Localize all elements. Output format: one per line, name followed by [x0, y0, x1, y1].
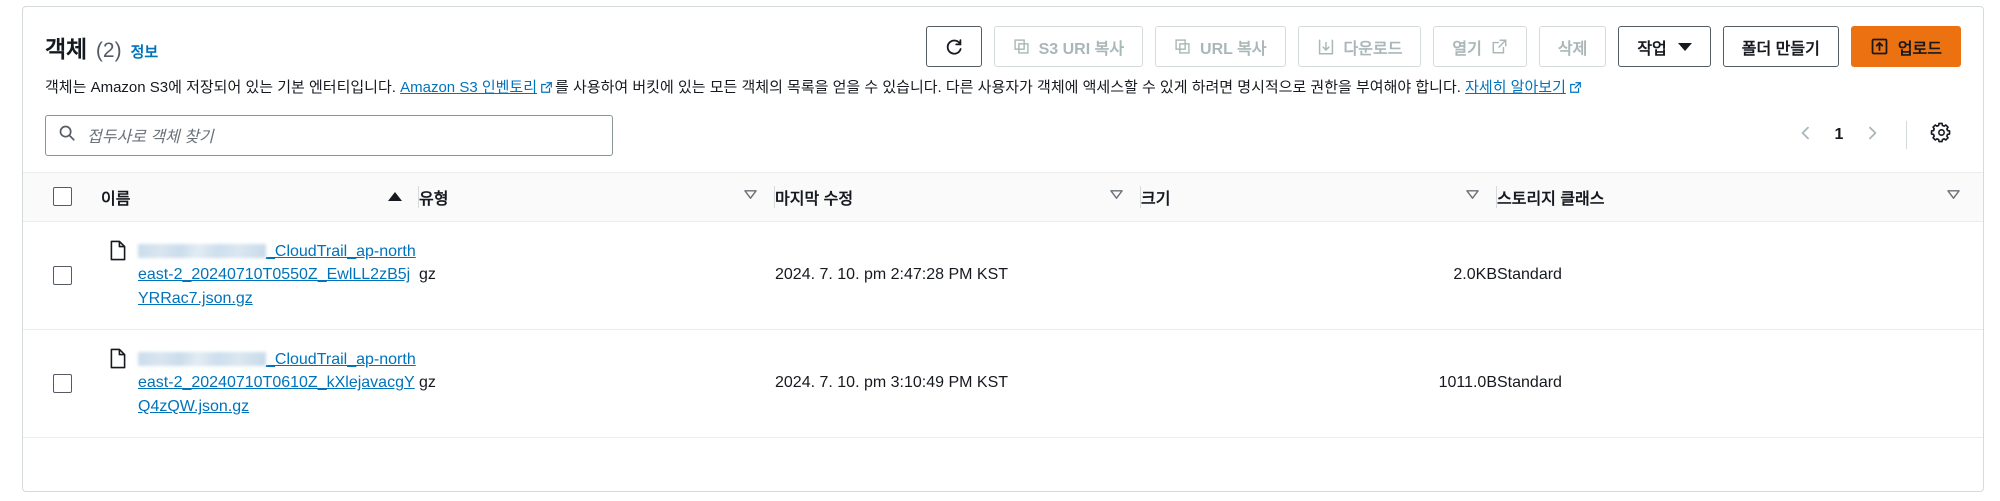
s3-inventory-link[interactable]: Amazon S3 인벤토리	[400, 79, 537, 96]
external-link-icon	[540, 79, 553, 101]
table-row: _CloudTrail_ap-northeast-2_20240710T0610…	[23, 329, 1983, 438]
table-header-row: 이름 유형 마지막 수정 크기 스토리지 클래스	[23, 171, 1983, 222]
chevron-left-icon	[1798, 125, 1814, 146]
row-checkbox[interactable]	[52, 265, 72, 285]
objects-table: 이름 유형 마지막 수정 크기 스토리지 클래스 _CloudTrail_ap-…	[23, 171, 1983, 438]
toolbar: S3 URI 복사 URL 복사 다운로드 열기 삭제 작업 폴더 만들기 업로…	[925, 26, 1961, 67]
column-header-last-modified[interactable]: 마지막 수정	[775, 171, 1141, 222]
column-header-size[interactable]: 크기	[1141, 171, 1497, 222]
copy-icon	[1174, 38, 1191, 55]
row-size-cell: 1011.0B	[1141, 329, 1497, 438]
create-folder-button[interactable]: 폴더 만들기	[1722, 26, 1839, 67]
file-icon	[109, 240, 127, 266]
sort-ascending-icon	[388, 192, 402, 202]
column-label-size: 크기	[1141, 190, 1171, 208]
panel-header: 객체 (2) 정보 S3 URI 복사 URL 복사 다운로드 열기 삭제 작업…	[23, 7, 1983, 67]
page-title: 객체	[45, 36, 87, 62]
open-button[interactable]: 열기	[1433, 26, 1527, 67]
external-link-icon	[1491, 38, 1508, 55]
row-storage-class-cell: Standard	[1497, 329, 1983, 438]
object-name-link[interactable]: _CloudTrail_ap-northeast-2_20240710T0610…	[138, 348, 419, 419]
chevron-down-icon	[1677, 42, 1692, 51]
download-button[interactable]: 다운로드	[1297, 26, 1422, 67]
title-block: 객체 (2) 정보	[45, 26, 158, 64]
download-icon	[1317, 38, 1335, 56]
upload-button[interactable]: 업로드	[1850, 26, 1961, 67]
row-storage-class-cell: Standard	[1497, 221, 1983, 330]
prev-page-button[interactable]	[1786, 115, 1826, 155]
table-head: 이름 유형 마지막 수정 크기 스토리지 클래스	[23, 171, 1983, 222]
refresh-icon	[944, 37, 964, 57]
select-all-header	[23, 171, 101, 222]
search-icon	[58, 124, 76, 147]
delete-label: 삭제	[1557, 40, 1588, 58]
row-checkbox[interactable]	[52, 373, 72, 393]
create-folder-label: 폴더 만들기	[1741, 40, 1820, 58]
s3-objects-page: 객체 (2) 정보 S3 URI 복사 URL 복사 다운로드 열기 삭제 작업…	[0, 0, 2000, 501]
redacted-prefix	[138, 351, 266, 366]
column-label-name: 이름	[101, 190, 131, 208]
sort-icon	[1109, 188, 1124, 206]
row-type-cell: gz	[419, 221, 775, 330]
table-settings-button[interactable]	[1921, 115, 1961, 155]
table-body: _CloudTrail_ap-northeast-2_20240710T0550…	[23, 221, 1983, 438]
row-type-cell: gz	[419, 329, 775, 438]
copy-s3-uri-label: S3 URI 복사	[1038, 40, 1125, 58]
row-select-cell	[23, 221, 101, 330]
object-count: (2)	[95, 39, 122, 62]
upload-icon	[1870, 37, 1889, 56]
actions-label: 작업	[1637, 40, 1667, 58]
external-link-icon	[1569, 79, 1582, 101]
column-label-last-modified: 마지막 수정	[775, 190, 854, 208]
gear-icon	[1930, 121, 1953, 149]
copy-url-button[interactable]: URL 복사	[1155, 26, 1286, 67]
sort-icon	[743, 188, 758, 206]
chevron-right-icon	[1864, 125, 1880, 146]
row-name-cell: _CloudTrail_ap-northeast-2_20240710T0550…	[101, 221, 419, 330]
next-page-button[interactable]	[1852, 115, 1892, 155]
sort-icon	[1465, 188, 1480, 206]
column-header-type[interactable]: 유형	[419, 171, 775, 222]
filter-bar: 접두사로 객체 찾기 1	[23, 101, 1983, 156]
open-label: 열기	[1452, 40, 1482, 58]
column-label-type: 유형	[419, 190, 449, 208]
pagination-divider	[1906, 121, 1907, 150]
row-last-modified-cell: 2024. 7. 10. pm 2:47:28 PM KST	[775, 221, 1141, 330]
column-header-storage-class[interactable]: 스토리지 클래스	[1497, 171, 1983, 222]
copy-s3-uri-button[interactable]: S3 URI 복사	[993, 26, 1144, 67]
refresh-button[interactable]	[925, 26, 982, 67]
pagination: 1	[1786, 115, 1961, 155]
objects-table-container: 이름 유형 마지막 수정 크기 스토리지 클래스 _CloudTrail_ap-…	[23, 171, 1983, 438]
file-icon	[109, 348, 127, 374]
delete-button[interactable]: 삭제	[1538, 26, 1607, 67]
actions-button[interactable]: 작업	[1618, 26, 1711, 67]
select-all-checkbox[interactable]	[52, 187, 72, 207]
column-label-storage-class: 스토리지 클래스	[1497, 190, 1605, 208]
search-input[interactable]: 접두사로 객체 찾기	[45, 114, 613, 156]
row-last-modified-cell: 2024. 7. 10. pm 3:10:49 PM KST	[775, 329, 1141, 438]
description-part-1: 객체는 Amazon S3에 저장되어 있는 기본 엔터티입니다.	[45, 79, 401, 96]
download-label: 다운로드	[1343, 40, 1403, 58]
panel-description: 객체는 Amazon S3에 저장되어 있는 기본 엔터티입니다. Amazon…	[23, 67, 1983, 101]
copy-url-label: URL 복사	[1200, 40, 1267, 58]
row-name-cell: _CloudTrail_ap-northeast-2_20240710T0610…	[101, 329, 419, 438]
table-row: _CloudTrail_ap-northeast-2_20240710T0550…	[23, 221, 1983, 330]
objects-panel: 객체 (2) 정보 S3 URI 복사 URL 복사 다운로드 열기 삭제 작업…	[22, 6, 1984, 492]
row-size-cell: 2.0KB	[1141, 221, 1497, 330]
info-link[interactable]: 정보	[131, 41, 159, 62]
sort-icon	[1946, 188, 1961, 206]
search-placeholder: 접두사로 객체 찾기	[87, 129, 214, 147]
object-name-link[interactable]: _CloudTrail_ap-northeast-2_20240710T0550…	[138, 240, 419, 311]
page-number-1[interactable]: 1	[1826, 126, 1852, 144]
learn-more-link[interactable]: 자세히 알아보기	[1465, 79, 1566, 96]
redacted-prefix	[138, 243, 266, 258]
upload-label: 업로드	[1897, 40, 1942, 58]
column-header-name[interactable]: 이름	[101, 171, 419, 222]
row-select-cell	[23, 329, 101, 438]
description-part-2: 를 사용하여 버킷에 있는 모든 객체의 목록을 얻을 수 있습니다. 다른 사…	[555, 79, 1466, 96]
copy-icon	[1013, 38, 1030, 55]
